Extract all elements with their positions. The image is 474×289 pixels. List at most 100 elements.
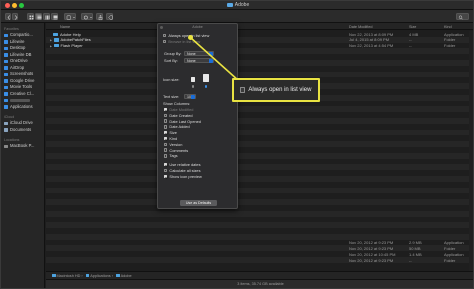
column-checkbox[interactable]: [164, 136, 168, 141]
column-size[interactable]: Size: [409, 25, 416, 29]
column-option-label: Comments: [169, 147, 189, 153]
view-options-title: Adobe: [192, 25, 203, 29]
laptop-icon: [4, 144, 8, 148]
group-button[interactable]: [64, 13, 76, 20]
path-separator-icon: ›: [110, 274, 115, 278]
applications-icon: [4, 105, 8, 109]
option-checkbox[interactable]: [164, 168, 168, 173]
column-checkbox[interactable]: [164, 154, 168, 158]
list-view-button[interactable]: [35, 13, 42, 20]
gear-icon: [83, 15, 93, 20]
column-checkbox[interactable]: [164, 107, 168, 112]
share-button[interactable]: [96, 13, 103, 21]
chevron-updown-icon: [209, 58, 213, 63]
column-name[interactable]: Name: [60, 25, 70, 29]
gallery-view-button[interactable]: [51, 13, 58, 20]
path-segment[interactable]: Applications: [90, 274, 110, 278]
icon-view-button[interactable]: [27, 13, 34, 20]
back-button[interactable]: [5, 13, 11, 20]
columns-icon: [45, 15, 50, 20]
always-open-list-view-option[interactable]: Always open in list view: [163, 33, 209, 38]
finder-window: Adobe Favorites Compartio... Lifewire Deskt…: [0, 0, 474, 289]
column-option-label: Version: [169, 141, 183, 147]
sort-by-select[interactable]: None: [184, 57, 214, 63]
always-open-list-view-checkbox[interactable]: [163, 33, 167, 38]
table-row[interactable]: [46, 263, 473, 269]
browse-list-view-label: Browse in list view: [168, 39, 201, 44]
sort-by-label: Sort By:: [164, 58, 178, 63]
use-as-defaults-button[interactable]: Use as Defaults: [180, 200, 217, 206]
view-options-panel: Adobe Always open in list view Browse in…: [157, 23, 238, 209]
column-checkbox[interactable]: [164, 119, 168, 123]
icon-size-label: Icon size:: [163, 77, 180, 82]
show-column-option[interactable]: Date Added: [164, 124, 190, 129]
show-column-option[interactable]: Date Last Opened: [164, 119, 201, 124]
browse-list-view-checkbox[interactable]: [163, 39, 167, 44]
column-checkbox[interactable]: [164, 113, 168, 117]
column-kind[interactable]: Kind: [444, 25, 452, 29]
path-segment[interactable]: Macintosh HD: [57, 274, 81, 278]
path-segment[interactable]: Adobe: [121, 274, 132, 278]
small-icon-size-radio[interactable]: [191, 85, 195, 88]
column-option-label: Tags: [169, 153, 178, 159]
scrollbar[interactable]: [469, 31, 473, 271]
chevron-updown-icon: [191, 94, 195, 99]
tags-button[interactable]: [106, 13, 113, 20]
folder-icon: [116, 274, 120, 277]
group-by-label: Group By:: [164, 51, 182, 56]
column-date-modified[interactable]: Date Modified: [349, 25, 372, 29]
sidebar-item-label: Applications: [10, 103, 33, 109]
forward-button[interactable]: [12, 13, 18, 20]
airdrop-icon: [4, 66, 8, 70]
option-checkbox[interactable]: [164, 162, 168, 167]
view-option[interactable]: Show icon preview: [164, 174, 202, 179]
drive-icon: [4, 79, 8, 83]
group-by-select[interactable]: None: [184, 50, 214, 56]
show-column-option[interactable]: Size: [164, 130, 177, 135]
sidebar-item[interactable]: MacBook P...: [1, 143, 44, 150]
column-checkbox[interactable]: [164, 148, 168, 152]
show-column-option[interactable]: Version: [164, 142, 182, 147]
folder-icon: [85, 274, 90, 277]
file-list: Adobe Help Nov 22, 2013 at 8:09 PM 4 MB App…: [46, 31, 473, 271]
column-option-label: Date Last Opened: [169, 118, 201, 124]
chevron-updown-icon: [209, 51, 213, 56]
action-button[interactable]: [81, 13, 93, 20]
sidebar-item[interactable]: Documents: [1, 127, 44, 134]
window-title-text: Adobe: [234, 2, 250, 8]
column-option-label: Date Created: [169, 112, 193, 118]
column-checkbox[interactable]: [164, 125, 168, 129]
option-label: Show icon preview: [169, 173, 202, 179]
status-bar: 3 items, 35.74 GB available: [46, 279, 473, 288]
text-size-select[interactable]: 10: [184, 93, 196, 99]
browse-list-view-option[interactable]: Browse in list view: [163, 39, 200, 44]
column-checkbox[interactable]: [164, 142, 168, 146]
show-column-option[interactable]: Date Modified: [164, 107, 193, 112]
folder-icon: [4, 98, 8, 102]
column-option-label: Size: [169, 130, 177, 136]
folder-icon: [52, 274, 56, 277]
option-label: Use relative dates: [169, 162, 201, 168]
folder-icon: [54, 44, 59, 48]
column-option-label: Kind: [169, 136, 178, 141]
large-icon-size-radio[interactable]: [204, 85, 208, 88]
show-column-option[interactable]: Comments: [164, 148, 188, 153]
window-title: Adobe: [1, 2, 473, 8]
column-checkbox[interactable]: [164, 130, 168, 135]
search-field[interactable]: [456, 13, 469, 20]
option-checkbox[interactable]: [164, 174, 168, 178]
show-column-option[interactable]: Date Created: [164, 113, 193, 118]
sidebar-item[interactable]: Applications: [1, 104, 44, 111]
view-option[interactable]: Calculate all sizes: [164, 168, 201, 173]
search-icon: [458, 15, 463, 20]
show-column-option[interactable]: Tags: [164, 153, 178, 158]
icloud-icon: [4, 121, 8, 125]
toolbar: [1, 10, 473, 23]
callout-label: Always open in list view: [248, 87, 312, 93]
column-view-button[interactable]: [43, 13, 50, 20]
group-by-value: None: [187, 51, 196, 56]
view-option[interactable]: Use relative dates: [164, 162, 201, 167]
show-column-option[interactable]: Kind: [164, 136, 177, 141]
share-icon: [98, 14, 103, 21]
creative-cloud-icon: [4, 92, 8, 96]
